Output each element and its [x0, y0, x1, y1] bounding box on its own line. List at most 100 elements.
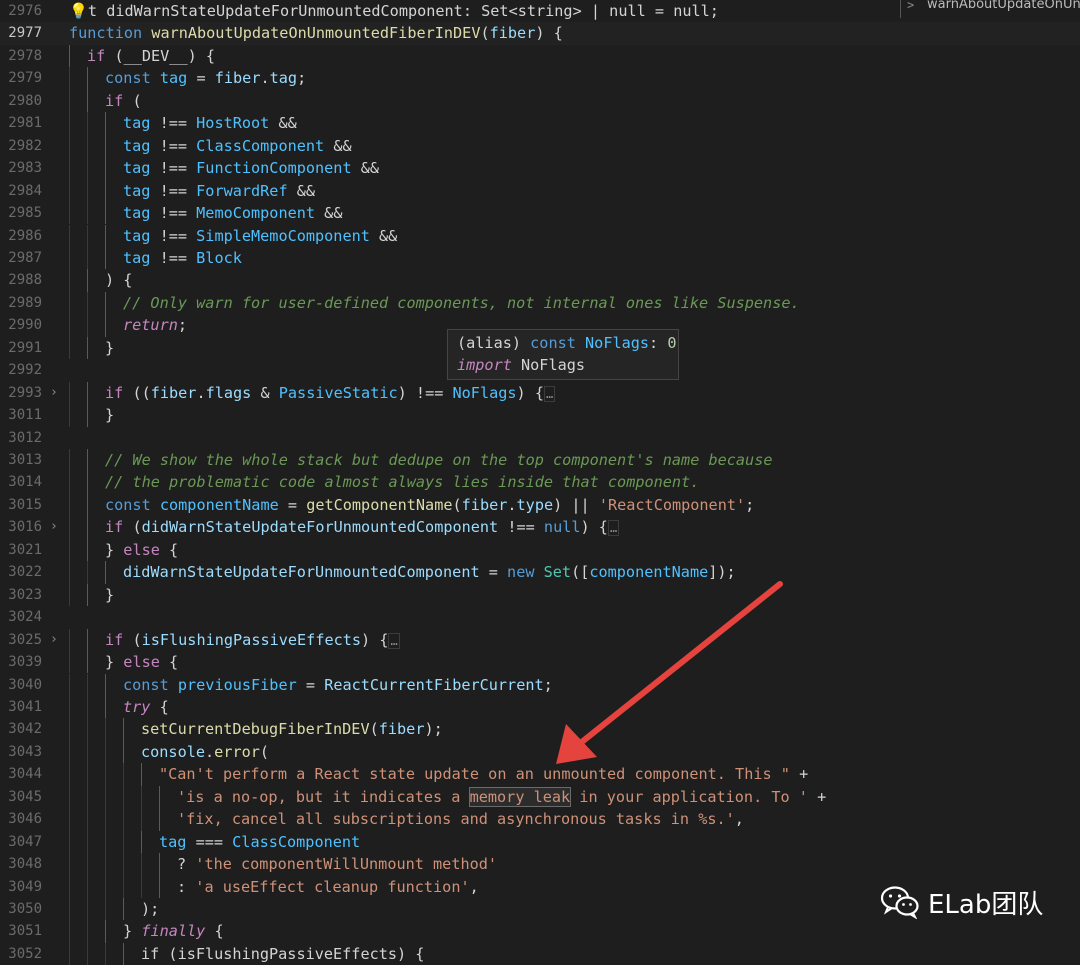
code-line[interactable]: 3042 setCurrentDebugFiberInDEV(fiber); — [0, 718, 1080, 741]
code-line[interactable]: 3047 tag === ClassComponent — [0, 830, 1080, 854]
code-line[interactable]: 3016 › if (didWarnStateUpdateForUnmountedC… — [0, 516, 1080, 539]
code-line[interactable]: 2978 if (__DEV__) { — [0, 44, 1080, 68]
indent-guide — [69, 89, 70, 113]
code-line[interactable]: 2977 function warnAboutUpdateOnUnmountedF… — [0, 22, 1080, 45]
indent-guide — [141, 853, 142, 876]
code-line[interactable]: 3051} finally { — [0, 920, 1080, 943]
code-token: ); — [424, 720, 443, 739]
code-line[interactable]: 2987 tag !== Block — [0, 246, 1080, 270]
watermark: ELab团队 — [880, 882, 1043, 922]
folded-ellipsis[interactable]: … — [543, 385, 556, 402]
code-line[interactable]: 2989 // Only warn for user-defined compon… — [0, 291, 1080, 315]
code-line[interactable]: 2982 tag !== ClassComponent && — [0, 134, 1080, 158]
indent-guide — [123, 830, 124, 854]
code-line[interactable]: 3011} — [0, 404, 1080, 427]
code-token: + — [807, 787, 827, 806]
code-line[interactable]: 2981 tag !== HostRoot && — [0, 112, 1080, 135]
code-line[interactable]: 2986 tag !== SimpleMemoComponent && — [0, 224, 1080, 247]
code-token: && — [269, 114, 297, 133]
code-token: try — [123, 697, 151, 716]
indent-guide — [69, 673, 70, 696]
code-token: getComponentName — [306, 495, 453, 514]
code-line[interactable]: 3014 // the problematic code almost alway… — [0, 471, 1080, 494]
code-line[interactable]: 3015 const componentName = getComponentNa… — [0, 493, 1080, 517]
code-token: tag — [123, 159, 151, 178]
code-line[interactable]: 3022 didWarnStateUpdateForUnmountedCompon… — [0, 561, 1080, 584]
fold-chevron-icon[interactable]: › — [50, 516, 58, 538]
code-line[interactable]: 2980 if ( — [0, 89, 1080, 113]
indent-guide — [69, 830, 70, 854]
code-line[interactable]: 3048? 'the componentWillUnmount method' — [0, 853, 1080, 876]
code-line[interactable]: 3043 console.error( — [0, 740, 1080, 764]
indent-guide — [87, 695, 88, 719]
indent-guide — [69, 583, 70, 607]
code-editor[interactable]: 2976 💡t didWarnStateUpdateForUnmountedCom… — [0, 0, 1080, 965]
code-line[interactable]: 3046 'fix, cancel all subscriptions and a… — [0, 808, 1080, 831]
indent-guide — [69, 112, 70, 135]
line-number: 3044 — [8, 766, 42, 783]
indent-guide — [69, 875, 70, 898]
line-number: 2993 — [8, 384, 42, 401]
code-token: ( — [452, 495, 462, 514]
code-line[interactable]: 3024 — [0, 606, 1080, 628]
folded-ellipsis[interactable]: … — [607, 520, 620, 537]
indent-guide — [87, 740, 88, 764]
indent-guide — [69, 718, 70, 741]
code-token: > | — [572, 2, 610, 20]
code-line[interactable]: 3025 › if (isFlushingPassiveEffects) {… — [0, 628, 1080, 652]
code-line[interactable]: 3013 // We show the whole stack but dedup… — [0, 449, 1080, 472]
folded-ellipsis[interactable]: … — [388, 632, 400, 649]
code-line[interactable]: 3021} else { — [0, 538, 1080, 562]
fold-chevron-icon[interactable]: › — [50, 629, 58, 651]
code-token: componentName — [589, 563, 709, 582]
code-line[interactable]: 3052 if (isFlushingPassiveEffects) { — [0, 942, 1080, 965]
code-line[interactable]: 2983 tag !== FunctionComponent && — [0, 157, 1080, 180]
code-token: ) { — [580, 518, 608, 537]
indent-guide — [87, 381, 88, 405]
code-token: new — [507, 563, 544, 582]
code-token: function — [69, 24, 152, 43]
code-token: t — [87, 2, 107, 20]
code-line[interactable]: 2985 tag !== MemoComponent && — [0, 202, 1080, 225]
code-token: } — [105, 585, 115, 604]
code-line[interactable]: 2984 tag !== ForwardRef && — [0, 179, 1080, 203]
indent-guide — [87, 875, 88, 898]
indent-guide — [105, 740, 106, 764]
fold-chevron-icon[interactable]: › — [50, 382, 58, 404]
code-line[interactable]: 3040 const previousFiber = ReactCurrentFi… — [0, 673, 1080, 696]
breadcrumb-overview[interactable]: > warnAboutUpdateOnUn — [900, 0, 1080, 18]
line-number: 2977 — [8, 25, 42, 42]
code-token: // the problematic code almost always li… — [105, 473, 700, 492]
line-number: 3025 — [8, 631, 42, 648]
code-text: ); — [141, 898, 159, 920]
code-token: ) { — [361, 630, 389, 649]
code-text: function warnAboutUpdateOnUnmountedFiber… — [69, 22, 563, 44]
code-token: // Only warn for user-defined components… — [123, 293, 800, 312]
code-line[interactable]: 3041 try { — [0, 695, 1080, 719]
line-number: 2985 — [8, 205, 42, 222]
code-line[interactable]: 3039} else { — [0, 651, 1080, 674]
code-token: ]); — [708, 563, 736, 582]
indent-guide — [123, 898, 124, 921]
code-token: = — [479, 563, 508, 582]
code-text: const previousFiber = ReactCurrentFiberC… — [123, 674, 553, 696]
code-line[interactable]: 2979 const tag = fiber.tag; — [0, 67, 1080, 90]
code-token: componentName — [159, 495, 279, 514]
indent-guide — [105, 920, 106, 943]
code-token: : — [177, 877, 196, 896]
code-text: const componentName = getComponentName(f… — [105, 494, 754, 516]
code-line[interactable]: 3045 'is a no-op, but it indicates a memo… — [0, 785, 1080, 809]
indent-guide — [69, 157, 70, 180]
code-line[interactable]: 3023} — [0, 583, 1080, 607]
code-token: SimpleMemoComponent — [196, 226, 370, 245]
indent-guide — [123, 942, 124, 965]
code-line[interactable]: 2988) { — [0, 269, 1080, 292]
code-line[interactable]: 3012 — [0, 427, 1080, 449]
code-token: 'ReactComponent' — [598, 495, 746, 514]
indent-guide — [123, 875, 124, 898]
code-token: 'fix, cancel all subscriptions and async… — [177, 810, 735, 829]
code-line[interactable]: 2993 › if ((fiber.flags & PassiveStatic) !… — [0, 381, 1080, 405]
code-line[interactable]: 3044 "Can't perform a React state update … — [0, 763, 1080, 786]
code-token: fiber — [489, 24, 536, 43]
code-token: && — [287, 181, 316, 200]
